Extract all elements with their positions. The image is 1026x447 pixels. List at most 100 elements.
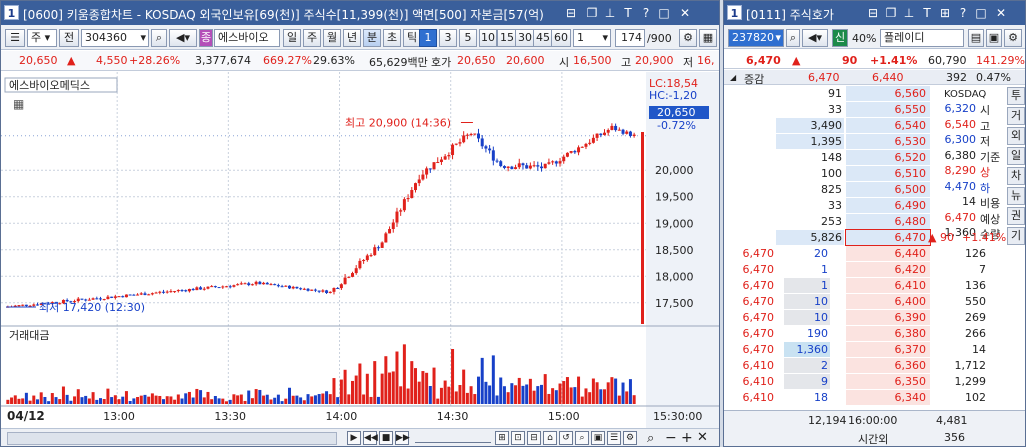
- info-bid-price: 20,600: [506, 54, 545, 67]
- quote-title-bar[interactable]: 1 [0111] 주식호가 ⊟ ❐ ⊥ T ⊞ ? □ ✕: [724, 1, 1025, 25]
- stock-name-field[interactable]: 에스바이오: [214, 29, 280, 47]
- tool7-icon[interactable]: ▣: [591, 431, 605, 445]
- grid-icon[interactable]: ▦: [699, 29, 717, 47]
- quote-code-input[interactable]: 237820 ▾: [728, 29, 784, 47]
- volume-bar: [336, 397, 340, 404]
- bid-row[interactable]: 6,470 1 6,420 7: [724, 262, 1025, 277]
- tool9-icon[interactable]: ⚙: [623, 431, 637, 445]
- minute-btn-3[interactable]: 3: [439, 29, 457, 47]
- volume-bar: [76, 389, 80, 404]
- speaker-icon[interactable]: ◀▾: [802, 29, 828, 47]
- chart-grid-icon[interactable]: ▦: [13, 97, 24, 111]
- candlestick-chart[interactable]: 17,500 18,000 18,500 19,000 19,500 20,000 13:0…: [1, 72, 719, 428]
- search-icon[interactable]: ⌕: [786, 29, 800, 47]
- tool2-icon[interactable]: ⊡: [511, 431, 525, 445]
- period-btn-second[interactable]: 초: [383, 29, 401, 47]
- candle-body: [436, 162, 440, 164]
- period-btn-week[interactable]: 주: [303, 29, 321, 47]
- minimize-icon[interactable]: ⊟: [866, 6, 880, 20]
- tool8-icon[interactable]: ☰: [607, 431, 621, 445]
- candle-body: [187, 288, 191, 292]
- zoom-slider[interactable]: [415, 433, 491, 443]
- tool5-icon[interactable]: ↺: [559, 431, 573, 445]
- search-icon[interactable]: ⌕: [151, 29, 167, 47]
- reset-zoom-icon[interactable]: ✕: [697, 430, 708, 445]
- settings-icon[interactable]: ⚙: [1004, 29, 1022, 47]
- time-tick-label: 13:30: [214, 410, 246, 423]
- minute-btn-45[interactable]: 45: [533, 29, 553, 47]
- bid-row[interactable]: 6,470 10 6,390 269: [724, 310, 1025, 325]
- bid-row[interactable]: 6,470 10 6,400 550: [724, 294, 1025, 309]
- export-icon[interactable]: ▣: [986, 29, 1002, 47]
- period-btn-minute[interactable]: 분: [363, 29, 381, 47]
- bid-row[interactable]: 6,470 190 6,380 266: [724, 326, 1025, 341]
- side-tab[interactable]: 뉴: [1007, 187, 1025, 205]
- settings-icon[interactable]: ⚙: [679, 29, 697, 47]
- zoom-in-icon[interactable]: +: [681, 430, 693, 446]
- volume-bar: [262, 395, 266, 404]
- candle-body: [254, 281, 258, 285]
- maximize-icon[interactable]: □: [657, 6, 671, 20]
- bid-row[interactable]: 6,470 20 6,440 126: [724, 246, 1025, 261]
- speaker-icon[interactable]: ◀▾: [169, 29, 197, 47]
- volume-bar: [180, 398, 184, 404]
- side-tab[interactable]: 차: [1007, 167, 1025, 185]
- pin-icon[interactable]: ⊥: [603, 6, 617, 20]
- play-icon[interactable]: ▶: [347, 431, 361, 445]
- close-icon[interactable]: ✕: [994, 6, 1008, 20]
- save-icon[interactable]: ▤: [968, 29, 984, 47]
- period-btn-year[interactable]: 년: [343, 29, 361, 47]
- bid-row[interactable]: 6,410 9 6,350 1,299: [724, 374, 1025, 389]
- maximize-icon[interactable]: □: [974, 6, 988, 20]
- tool3-icon[interactable]: ⊟: [527, 431, 541, 445]
- side-tab[interactable]: 거: [1007, 107, 1025, 125]
- font-icon[interactable]: T: [621, 6, 635, 20]
- minute-btn-10[interactable]: 10: [479, 29, 497, 47]
- bid-row[interactable]: 6,470 1 6,410 136: [724, 278, 1025, 293]
- count-select[interactable]: 1 ▾: [573, 29, 611, 47]
- volume-bar: [543, 374, 547, 404]
- stop-icon[interactable]: ■: [379, 431, 393, 445]
- last-icon[interactable]: ▶▶: [395, 431, 410, 445]
- help-icon[interactable]: ?: [956, 6, 970, 20]
- quote-stock-name[interactable]: 플레이디: [880, 29, 964, 47]
- page-input[interactable]: 174: [615, 29, 645, 47]
- bid-row[interactable]: 6,410 2 6,360 1,712: [724, 358, 1025, 373]
- minute-btn-1[interactable]: 1: [419, 29, 437, 47]
- stock-code-input[interactable]: 304360 ▾: [81, 29, 149, 47]
- bid-row[interactable]: 6,410 18 6,340 102: [724, 390, 1025, 405]
- side-tab[interactable]: 외: [1007, 127, 1025, 145]
- minute-btn-15[interactable]: 15: [497, 29, 517, 47]
- tool1-icon[interactable]: ⊞: [495, 431, 509, 445]
- side-tab[interactable]: 투: [1007, 87, 1025, 105]
- list-icon[interactable]: ☰: [5, 29, 25, 47]
- info-arrow: ▲: [67, 54, 76, 67]
- tool4-icon[interactable]: ⌂: [543, 431, 557, 445]
- period-btn-day[interactable]: 일: [283, 29, 301, 47]
- font-icon[interactable]: T: [920, 6, 934, 20]
- pin-icon[interactable]: ⊥: [902, 6, 916, 20]
- adj-select[interactable]: 전: [59, 29, 79, 47]
- chart-scrollbar[interactable]: [7, 432, 337, 445]
- first-icon[interactable]: ◀◀: [363, 431, 378, 445]
- candle-body: [591, 137, 595, 143]
- chart-title-bar[interactable]: 1 [0600] 키움종합차트 - KOSDAQ 외국인보유[69(천)] 주식…: [1, 1, 719, 25]
- minute-btn-5[interactable]: 5: [459, 29, 477, 47]
- side-tab[interactable]: 기: [1007, 227, 1025, 245]
- zoom-icon[interactable]: ⌕: [647, 431, 654, 446]
- period-btn-month[interactable]: 월: [323, 29, 341, 47]
- restore-icon[interactable]: ❐: [585, 6, 599, 20]
- close-icon[interactable]: ✕: [678, 6, 692, 20]
- zoom-out-icon[interactable]: −: [665, 430, 677, 446]
- tool6-icon[interactable]: ⌕: [575, 431, 589, 445]
- side-tab[interactable]: 권: [1007, 207, 1025, 225]
- minute-btn-30[interactable]: 30: [515, 29, 535, 47]
- minute-btn-60[interactable]: 60: [551, 29, 571, 47]
- period-select[interactable]: 주 ▾: [27, 29, 57, 47]
- help-icon[interactable]: ?: [639, 6, 653, 20]
- grid-icon[interactable]: ⊞: [938, 6, 952, 20]
- side-tab[interactable]: 일: [1007, 147, 1025, 165]
- bid-row[interactable]: 6,470 1,360 6,370 14: [724, 342, 1025, 357]
- restore-icon[interactable]: ❐: [884, 6, 898, 20]
- minimize-icon[interactable]: ⊟: [564, 6, 578, 20]
